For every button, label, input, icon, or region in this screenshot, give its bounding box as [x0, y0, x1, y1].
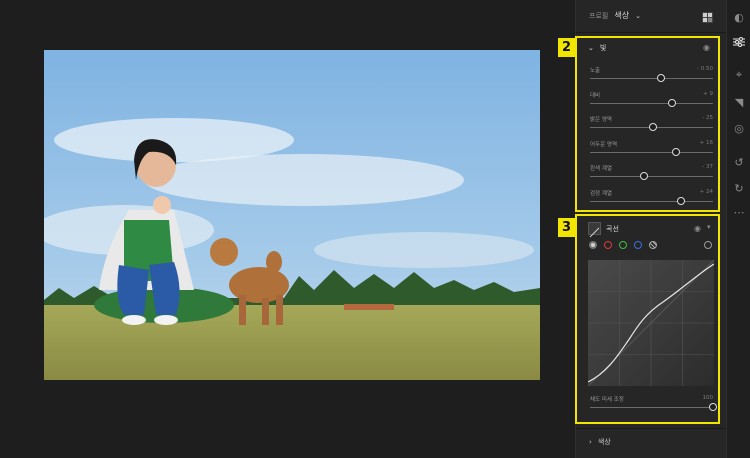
curve-channel-selector: [589, 241, 657, 249]
slider-track[interactable]: [590, 78, 713, 79]
edit-panel: 프로필 색상 ⌄ 2 ⌄ 빛 ◉ 3 곡선 ◉ ▾ 채도 미세 조정 100 ›…: [558, 0, 726, 458]
slider-value: - 37: [702, 164, 713, 170]
slider-knob[interactable]: [709, 403, 717, 411]
more-options-icon[interactable]: ⋯: [732, 205, 746, 219]
light-section-header[interactable]: ⌄ 빛: [588, 43, 606, 53]
slider-label: 어두운 영역: [590, 141, 618, 148]
crop-icon[interactable]: ⌖: [732, 68, 746, 82]
slider-track[interactable]: [590, 407, 713, 408]
color-section-header[interactable]: › 색상: [589, 437, 611, 447]
slider-label: 노출: [590, 68, 601, 74]
profile-value[interactable]: 색상: [614, 10, 629, 21]
tone-curve-graph[interactable]: [587, 259, 715, 387]
channel-blue-icon[interactable]: [634, 241, 642, 249]
light-section-highlight: [575, 36, 720, 212]
slider-track[interactable]: [590, 200, 713, 202]
chevron-down-icon[interactable]: ▾: [707, 223, 711, 231]
slider-value: - 0.50: [697, 66, 713, 72]
slider-value: - 25: [702, 115, 713, 121]
slider-track[interactable]: [590, 176, 713, 177]
slider-label: 밝은 영역: [590, 117, 612, 123]
eraser-icon[interactable]: ◥: [732, 95, 746, 109]
channel-parametric-icon[interactable]: [649, 241, 657, 249]
chevron-down-icon[interactable]: ⌄: [635, 12, 641, 20]
mask-icon[interactable]: ◎: [732, 121, 746, 135]
channel-green-icon[interactable]: [619, 241, 627, 249]
slider-track[interactable]: [590, 102, 713, 104]
light-section-title: 빛: [599, 44, 607, 52]
slider-knob[interactable]: [677, 196, 686, 205]
slider-knob[interactable]: [668, 98, 677, 107]
presets-icon[interactable]: ↻: [732, 181, 746, 195]
sliders-icon[interactable]: [726, 30, 750, 54]
slider-track[interactable]: [590, 151, 713, 153]
curve-icon: [588, 222, 601, 238]
channel-red-icon[interactable]: [604, 241, 612, 249]
slider-label: 대비: [590, 92, 601, 99]
profile-label: 프로필: [589, 11, 609, 20]
target-adjust-icon[interactable]: [704, 241, 712, 249]
profile-browser-icon[interactable]: [702, 12, 713, 23]
channel-rgb-icon[interactable]: [589, 241, 597, 249]
curve-section-badge: 3: [558, 218, 575, 237]
tool-strip: ◐ ⌖ ◥ ◎ ↺ ↻ ⋯: [726, 0, 750, 458]
light-section-badge: 2: [558, 38, 575, 57]
slider-label: 흰색 계열: [590, 166, 612, 172]
curve-section-title: 곡선: [606, 225, 619, 233]
photo-preview[interactable]: [44, 50, 540, 380]
slider-value: + 24: [699, 188, 713, 195]
eye-icon[interactable]: ◉: [703, 43, 710, 52]
chevron-down-icon: ⌄: [588, 44, 594, 52]
photo-image: [44, 50, 540, 380]
profile-row[interactable]: 프로필 색상 ⌄: [589, 10, 641, 21]
photo-canvas: [0, 0, 575, 458]
slider-value: + 9: [703, 90, 713, 97]
auto-enhance-icon[interactable]: ◐: [732, 10, 746, 24]
slider-label: 검정 계열: [590, 190, 612, 197]
slider-value: + 16: [699, 139, 713, 146]
refine-saturation-label: 채도 미세 조정: [590, 397, 624, 403]
slider-knob[interactable]: [648, 123, 657, 131]
chevron-right-icon: ›: [589, 438, 592, 446]
eye-icon[interactable]: ◉: [694, 224, 701, 233]
refine-saturation-value: 100: [702, 395, 714, 401]
curve-section-header[interactable]: 곡선: [606, 224, 619, 234]
color-section-title: 색상: [597, 438, 611, 446]
slider-knob[interactable]: [672, 147, 681, 156]
history-icon[interactable]: ↺: [732, 155, 746, 169]
